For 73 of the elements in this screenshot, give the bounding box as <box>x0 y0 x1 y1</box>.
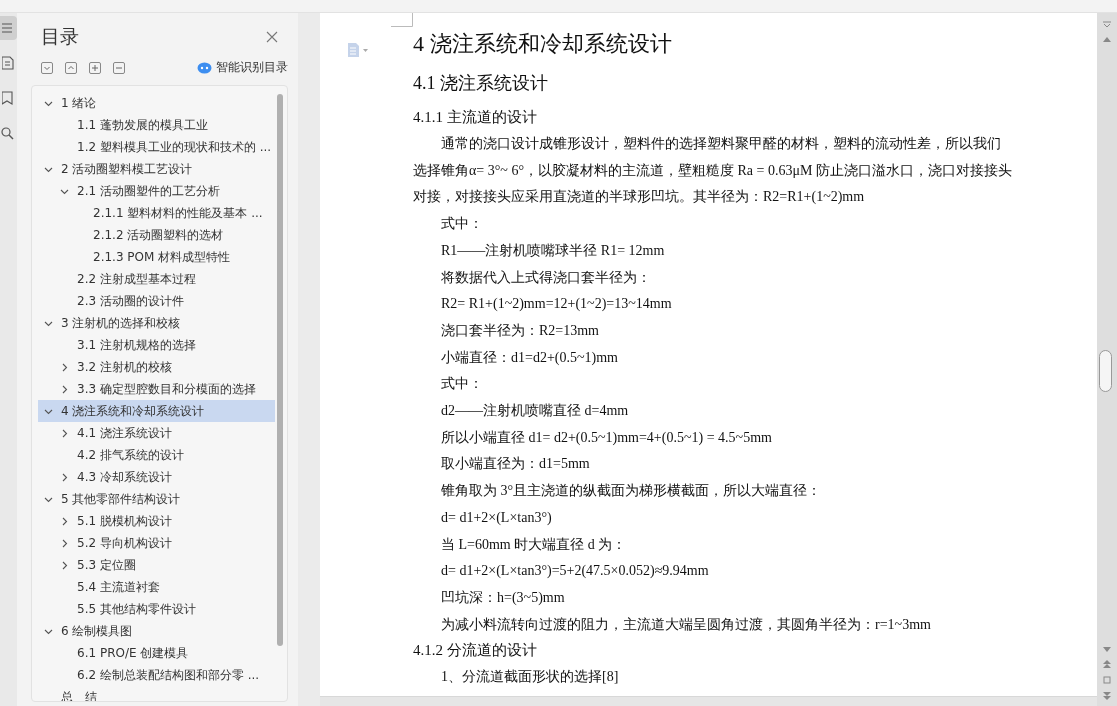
body-paragraph: R1——注射机喷嘴球半径 R1= 12mm <box>440 241 666 260</box>
toc-item[interactable]: 5.1 脱模机构设计 <box>38 510 275 532</box>
toc-item[interactable]: 2.1.3 POM 材料成型特性 <box>38 246 275 268</box>
smart-toc-button[interactable]: 智能识别目录 <box>216 59 288 76</box>
body-paragraph: 当 L=60mm 时大端直径 d 为： <box>440 535 628 554</box>
collapse-up-icon[interactable] <box>65 61 77 74</box>
section-heading: 4.1.1 主流道的设计 <box>413 108 538 127</box>
toc-item[interactable]: 2.1.2 活动圈塑料的选材 <box>38 224 275 246</box>
body-paragraph: 小端直径：d1=d2+(0.5~1)mm <box>440 348 619 367</box>
chevron-right-icon[interactable] <box>60 560 69 570</box>
toc-item[interactable]: 2.1.1 塑料材料的性能及基本 ... <box>38 202 275 224</box>
toc-item[interactable]: 4.3 冷却系统设计 <box>38 466 275 488</box>
toc-item[interactable]: 5 其他零部件结构设计 <box>38 488 275 510</box>
previous-page-icon[interactable] <box>1103 660 1111 668</box>
toc-item[interactable]: 1.1 蓬勃发展的模具工业 <box>38 114 275 136</box>
toc-item[interactable]: 2.3 活动圈的设计件 <box>38 290 275 312</box>
toc-item[interactable]: 4 浇注系统和冷却系统设计 <box>38 400 275 422</box>
toc-item[interactable]: 4.1 浇注系统设计 <box>38 422 275 444</box>
toc-item[interactable]: 6 绘制模具图 <box>38 620 275 642</box>
body-paragraph: d= d1+2×(L×tan3°)=5+2(47.5×0.052)≈9.94mm <box>440 562 710 581</box>
toc-item[interactable]: 2 活动圈塑料模工艺设计 <box>38 158 275 180</box>
section-heading: 4 浇注系统和冷却系统设计 <box>413 30 673 58</box>
body-paragraph: d2——注射机喷嘴直径 d=4mm <box>440 402 630 421</box>
body-paragraph: 为减小料流转向过渡的阻力，主流道大端呈圆角过渡，其圆角半径为：r=1~3mm <box>440 615 932 634</box>
toc-item[interactable]: 5.5 其他结构零件设计 <box>38 598 275 620</box>
body-paragraph: 式中： <box>440 215 484 234</box>
scrollbar-thumb[interactable] <box>277 94 283 646</box>
scroll-up-icon[interactable] <box>1103 37 1111 42</box>
toc-item[interactable]: 3.3 确定型腔数目和分模面的选择 <box>38 378 275 400</box>
body-paragraph: 浇口套半径为：R2=13mm <box>440 321 600 340</box>
body-paragraph: 将数据代入上式得浇口套半径为： <box>440 268 652 287</box>
toc-item[interactable]: 3.1 注射机规格的选择 <box>38 334 275 356</box>
next-page-icon[interactable] <box>1103 692 1111 700</box>
toc-item[interactable]: 2.2 注射成型基本过程 <box>38 268 275 290</box>
chevron-right-icon[interactable] <box>60 538 69 548</box>
toc-item[interactable]: 1.2 塑料模具工业的现状和技术的 ... <box>38 136 275 158</box>
plus-icon[interactable] <box>89 61 101 74</box>
corner-mark-icon <box>391 13 413 27</box>
toc-item[interactable]: 5.2 导向机构设计 <box>38 532 275 554</box>
toc-item[interactable]: 2.1 活动圈塑件的工艺分析 <box>38 180 275 202</box>
section-heading: 4.1.2 分流道的设计 <box>413 641 538 661</box>
toc-item[interactable]: 4.2 排气系统的设计 <box>38 444 275 466</box>
chevron-right-icon[interactable] <box>60 362 69 372</box>
body-paragraph: 凹坑深：h=(3~5)mm <box>440 588 566 607</box>
chevron-right-icon[interactable] <box>60 516 69 526</box>
body-paragraph: d= d1+2×(L×tan3°) <box>440 508 553 527</box>
body-paragraph: 取小端直径为：d1=5mm <box>440 455 591 474</box>
body-paragraph: 式中： <box>440 375 484 394</box>
chevron-right-icon[interactable] <box>60 384 69 394</box>
toc-item[interactable]: 1 绪论 <box>38 92 275 114</box>
toc-item[interactable]: 3.2 注射机的校核 <box>38 356 275 378</box>
toc-item[interactable]: 6.2 绘制总装配结构图和部分零 ... <box>38 664 275 686</box>
toc-item[interactable]: 6.1 PRO/E 创建模具 <box>38 642 275 664</box>
toc-item[interactable]: 5.4 主流道衬套 <box>38 576 275 598</box>
scrollbar-thumb[interactable] <box>1099 350 1112 392</box>
collapse-down-icon[interactable] <box>41 61 53 74</box>
body-paragraph: 1、分流道截面形状的选择[8] <box>440 668 620 687</box>
body-paragraph: 锥角取为 3°且主浇道的纵截面为梯形横截面，所以大端直径： <box>440 482 823 501</box>
ruler-toggle-icon[interactable] <box>1102 21 1112 29</box>
close-icon[interactable] <box>266 31 278 43</box>
body-paragraph: R2= R1+(1~2)mm=12+(1~2)=13~14mm <box>440 295 673 314</box>
panel-title: 目录 <box>41 24 79 49</box>
outline-icon[interactable] <box>0 16 17 40</box>
cloud-icon <box>197 61 212 74</box>
toc-item[interactable]: 3 注射机的选择和校核 <box>38 312 275 334</box>
chevron-right-icon[interactable] <box>60 472 69 482</box>
body-paragraph: 通常的浇口设计成锥形设计，塑料件的选择塑料聚甲醛的材料，塑料的流动性差，所以我们选择锥角α= 3°~ 6°，以胶凝材料的主流道，壁粗糙度 Ra = 0.63μM 防止浇口溢水口，浇口对接接头对接，对接接头应采用直浇道的半球形凹坑。其半径为：R2=R1+(1~2)mm <box>413 135 1013 207</box>
scroll-down-icon[interactable] <box>1103 647 1111 652</box>
toc-item[interactable]: 5.3 定位圈 <box>38 554 275 576</box>
chevron-right-icon[interactable] <box>60 428 69 438</box>
minus-icon[interactable] <box>113 61 125 74</box>
section-heading: 4.1 浇注系统设计 <box>413 72 549 95</box>
body-paragraph: 所以小端直径 d1= d2+(0.5~1)mm=4+(0.5~1) = 4.5~5mm <box>440 428 773 447</box>
